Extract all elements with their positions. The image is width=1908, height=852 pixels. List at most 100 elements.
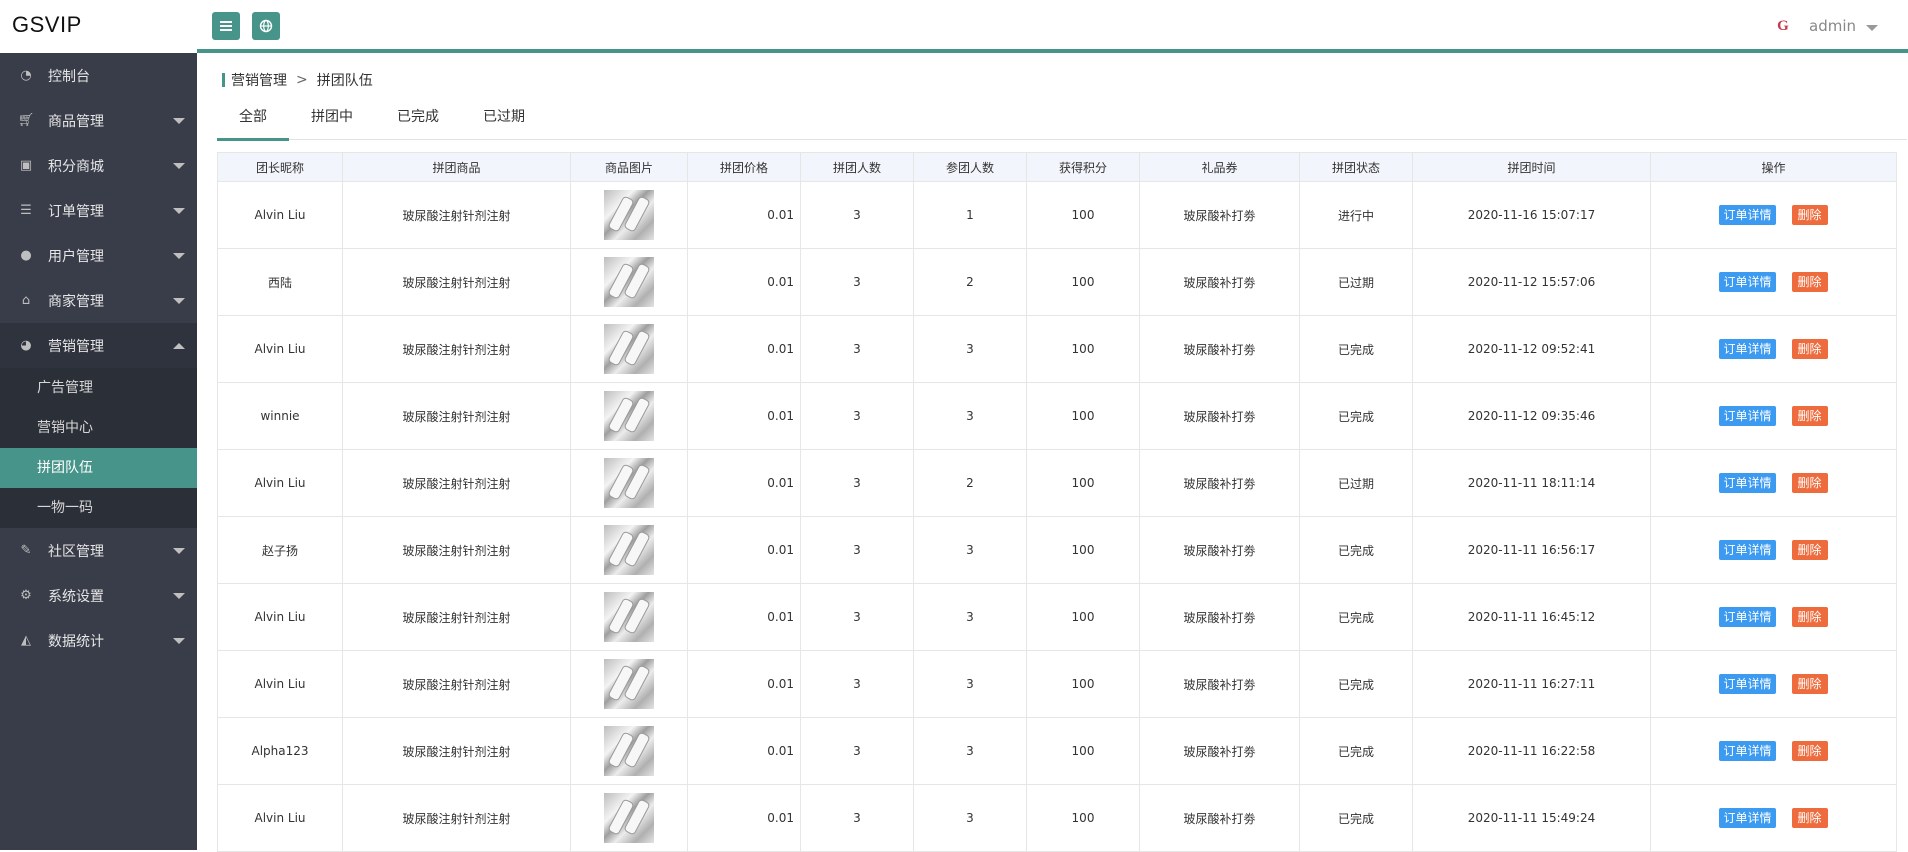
sidebar-item-orders[interactable]: ☰ 订单管理 <box>0 188 197 233</box>
product-thumbnail[interactable] <box>604 793 654 843</box>
order-detail-button[interactable]: 订单详情 <box>1719 339 1776 359</box>
cell-joined-count: 3 <box>913 583 1027 651</box>
cell-status: 已完成 <box>1299 717 1413 785</box>
breadcrumb-parent[interactable]: 营销管理 <box>231 70 287 90</box>
cell-leader-name: winnie <box>217 382 343 450</box>
order-detail-button[interactable]: 订单详情 <box>1719 473 1776 493</box>
order-detail-button[interactable]: 订单详情 <box>1719 205 1776 225</box>
sidebar-subitem-one-item-one-code[interactable]: 一物一码 <box>0 488 197 528</box>
order-detail-button[interactable]: 订单详情 <box>1719 808 1776 828</box>
cell-points: 100 <box>1026 583 1140 651</box>
cell-points: 100 <box>1026 784 1140 852</box>
sidebar-item-statistics[interactable]: ◭ 数据统计 <box>0 618 197 663</box>
sidebar-item-label: 订单管理 <box>48 203 104 220</box>
delete-button[interactable]: 删除 <box>1791 205 1828 225</box>
delete-button[interactable]: 删除 <box>1791 741 1828 761</box>
cell-leader-name: Alvin Liu <box>217 650 343 718</box>
product-thumbnail[interactable] <box>604 525 654 575</box>
delete-button[interactable]: 删除 <box>1791 607 1828 627</box>
tab-completed[interactable]: 已完成 <box>375 95 461 140</box>
home-icon: ⌂ <box>21 293 31 308</box>
cell-group-size: 3 <box>800 181 914 249</box>
cell-time: 2020-11-16 15:07:17 <box>1412 181 1651 249</box>
order-detail-button[interactable]: 订单详情 <box>1719 272 1776 292</box>
sidebar-item-marketing[interactable]: ◕ 营销管理 <box>0 323 197 368</box>
product-thumbnail[interactable] <box>604 458 654 508</box>
cell-product-image <box>570 449 688 517</box>
cell-leader-name: Alvin Liu <box>217 181 343 249</box>
delete-button[interactable]: 删除 <box>1791 272 1828 292</box>
cell-points: 100 <box>1026 717 1140 785</box>
cell-time: 2020-11-11 16:27:11 <box>1412 650 1651 718</box>
sidebar-item-settings[interactable]: ⚙ 系统设置 <box>0 573 197 618</box>
sidebar-item-users[interactable]: ● 用户管理 <box>0 233 197 278</box>
sidebar-item-points-mall[interactable]: ▣ 积分商城 <box>0 143 197 188</box>
sidebar-item-label: 商家管理 <box>48 293 104 310</box>
sidebar-subitem-group-teams[interactable]: 拼团队伍 <box>0 448 197 488</box>
order-detail-button[interactable]: 订单详情 <box>1719 607 1776 627</box>
sidebar-item-label: 商品管理 <box>48 113 104 130</box>
cell-price: 0.01 <box>687 248 801 316</box>
gift-icon: ▣ <box>19 158 33 173</box>
app-logo[interactable]: GSVIP <box>12 12 82 38</box>
user-menu[interactable]: G admin <box>1767 14 1878 38</box>
cell-price: 0.01 <box>687 717 801 785</box>
sidebar-subitem-marketing-center[interactable]: 营销中心 <box>0 408 197 448</box>
order-detail-button[interactable]: 订单详情 <box>1719 406 1776 426</box>
cell-coupon: 玻尿酸补打劵 <box>1139 583 1300 651</box>
cell-product-name: 玻尿酸注射针剂注射 <box>342 181 571 249</box>
cell-price: 0.01 <box>687 650 801 718</box>
cell-actions: 订单详情 删除 <box>1650 784 1897 852</box>
sidebar-item-community[interactable]: ✎ 社区管理 <box>0 528 197 573</box>
cell-actions: 订单详情 删除 <box>1650 583 1897 651</box>
product-thumbnail[interactable] <box>604 726 654 776</box>
product-thumbnail[interactable] <box>604 659 654 709</box>
cell-product-name: 玻尿酸注射针剂注射 <box>342 248 571 316</box>
sidebar-item-label: 控制台 <box>48 68 90 85</box>
sidebar-item-dashboard[interactable]: ◔ 控制台 <box>0 53 197 98</box>
tab-in-progress[interactable]: 拼团中 <box>289 95 375 140</box>
menu-toggle-button[interactable] <box>212 12 240 40</box>
delete-button[interactable]: 删除 <box>1791 540 1828 560</box>
cell-product-image <box>570 516 688 584</box>
chevron-up-icon <box>173 343 185 349</box>
sidebar-item-products[interactable]: 🛒︎ 商品管理 <box>0 98 197 143</box>
row-actions: 订单详情 删除 <box>1651 674 1896 694</box>
cell-coupon: 玻尿酸补打劵 <box>1139 315 1300 383</box>
order-detail-button[interactable]: 订单详情 <box>1719 674 1776 694</box>
product-thumbnail[interactable] <box>604 592 654 642</box>
cell-status: 已完成 <box>1299 315 1413 383</box>
cell-product-image <box>570 382 688 450</box>
product-thumbnail[interactable] <box>604 257 654 307</box>
cell-points: 100 <box>1026 516 1140 584</box>
table-row: Alvin Liu 玻尿酸注射针剂注射 0.01 3 3 100 玻尿酸补打劵 已完成 2020… <box>217 583 1897 651</box>
tab-expired[interactable]: 已过期 <box>461 95 547 140</box>
dashboard-icon: ◔ <box>20 68 32 83</box>
product-thumbnail[interactable] <box>604 190 654 240</box>
user-name: admin <box>1809 17 1856 35</box>
product-thumbnail[interactable] <box>604 324 654 374</box>
delete-button[interactable]: 删除 <box>1791 339 1828 359</box>
website-button[interactable] <box>252 12 280 40</box>
table-header-row: 团长昵称 拼团商品 商品图片 拼团价格 拼团人数 参团人数 获得积分 礼品券 拼团状态 拼团时间操… <box>217 152 1897 182</box>
delete-button[interactable]: 删除 <box>1791 674 1828 694</box>
cell-actions: 订单详情 删除 <box>1650 248 1897 316</box>
sidebar-subitem-ads[interactable]: 广告管理 <box>0 368 197 408</box>
table-row: Alvin Liu 玻尿酸注射针剂注射 0.01 3 2 100 玻尿酸补打劵 已过期 2020… <box>217 449 1897 517</box>
order-detail-button[interactable]: 订单详情 <box>1719 741 1776 761</box>
row-actions: 订单详情 删除 <box>1651 205 1896 225</box>
cell-group-size: 3 <box>800 650 914 718</box>
cell-time: 2020-11-12 15:57:06 <box>1412 248 1651 316</box>
order-detail-button[interactable]: 订单详情 <box>1719 540 1776 560</box>
sidebar-item-merchants[interactable]: ⌂ 商家管理 <box>0 278 197 323</box>
row-actions: 订单详情 删除 <box>1651 540 1896 560</box>
delete-button[interactable]: 删除 <box>1791 473 1828 493</box>
delete-button[interactable]: 删除 <box>1791 808 1828 828</box>
delete-button[interactable]: 删除 <box>1791 406 1828 426</box>
cell-time: 2020-11-12 09:35:46 <box>1412 382 1651 450</box>
tab-all[interactable]: 全部 <box>217 95 289 141</box>
product-thumbnail[interactable] <box>604 391 654 441</box>
table-row: 赵子扬 玻尿酸注射针剂注射 0.01 3 3 100 玻尿酸补打劵 已完成 2020-11-11… <box>217 516 1897 584</box>
cell-leader-name: Alvin Liu <box>217 315 343 383</box>
cell-joined-count: 2 <box>913 248 1027 316</box>
